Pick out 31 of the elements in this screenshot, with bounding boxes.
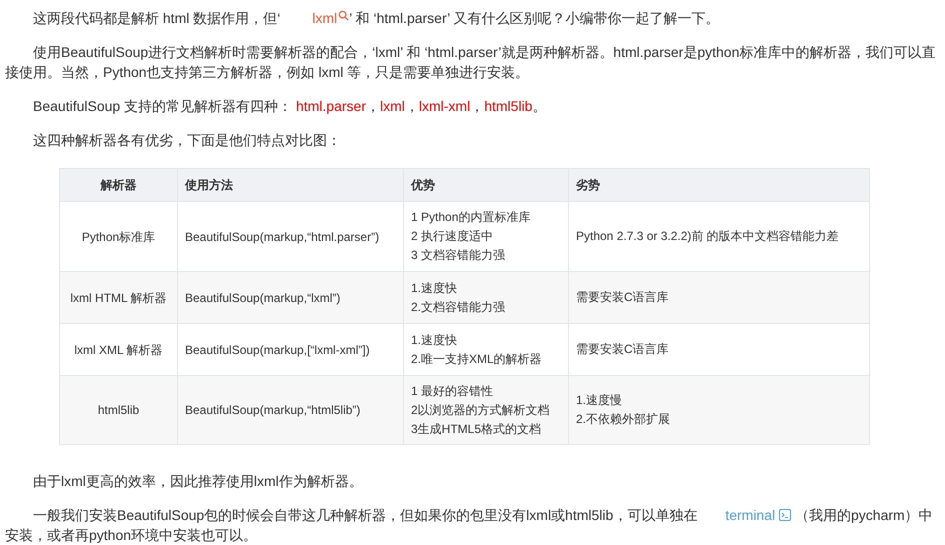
search-link[interactable]: lxml [284, 8, 350, 28]
column-header: 使用方法 [178, 168, 404, 202]
terminal-icon [779, 509, 792, 521]
table-cell-line: 2.不依赖外部扩展 [576, 411, 672, 428]
table-cell-line: 需要安装C语言库 [576, 289, 670, 306]
table-cell-line: 需要安装C语言库 [576, 341, 670, 358]
search-icon [338, 10, 350, 21]
column-header: 优势 [404, 168, 568, 202]
table-cell-line: 1.速度慢 [576, 392, 624, 409]
table-cell-line: 2.唯一支持XML的解析器 [411, 350, 543, 368]
table-cell-line: 3 文档容错能力强 [411, 247, 506, 264]
paragraph: 一般我们安装BeautifulSoup包的时候会自带这几种解析器，但如果你的包里没有lxml或html5lib，可以单独在 terminal （我用的pycharm）中安装，或者再python环境中安装也可以。 [5, 505, 934, 545]
table-cell-line: 2.文档容错能力强 [411, 298, 506, 316]
table-cell-line: 1.速度快 [411, 280, 458, 296]
table-cell-line: 3生成HTML5格式的文档 [411, 420, 542, 438]
table-cell-line: 1 Python的内置标准库 [411, 209, 532, 226]
paragraph: 由于lxml更高的效率，因此推荐使用lxml作为解析器。 [32, 472, 364, 491]
paragraph: 这两段代码都是解析 html 数据作用，但‘ lxml ’ 和 ‘html.parser’ 又有什么区别呢？小编带你一起了解一下。 [32, 8, 721, 28]
column-header: 解析器 [60, 168, 178, 202]
table-cell: BeautifulSoup(markup,“html5lib”) [178, 376, 404, 444]
table-cell-line: 2 执行速度适中 [411, 228, 494, 245]
table-cell: html5lib [60, 376, 178, 444]
table-cell-line: 2以浏览器的方式解析文档 [411, 402, 551, 418]
paragraph: 这四种解析器各有优劣，下面是他们特点对比图： [32, 131, 342, 150]
table-cell-line: Python 2.7.3 or 3.2.2)前 的版本中文档容错能力差 [576, 228, 840, 245]
terminal-link[interactable]: terminal [697, 505, 792, 525]
column-header: 劣势 [568, 168, 870, 202]
paragraph: BeautifulSoup 支持的常见解析器有四种： html.parser，lxml，lxml-xml，html5lib。 [32, 97, 548, 116]
paragraph: 使用BeautifulSoup进行文档解析时需要解析器的配合，‘lxml’ 和 ‘html.parser’就是两种解析器。html.parser是python标准库中的解析器，我们可以直接使用。当然，Python也支持第三方解析器，例如 lxml 等，只是需要单独进行安装。 [5, 43, 936, 82]
table-cell-line: 1.速度快 [411, 332, 458, 348]
table-cell-line: 1 最好的容错性 [411, 382, 494, 400]
